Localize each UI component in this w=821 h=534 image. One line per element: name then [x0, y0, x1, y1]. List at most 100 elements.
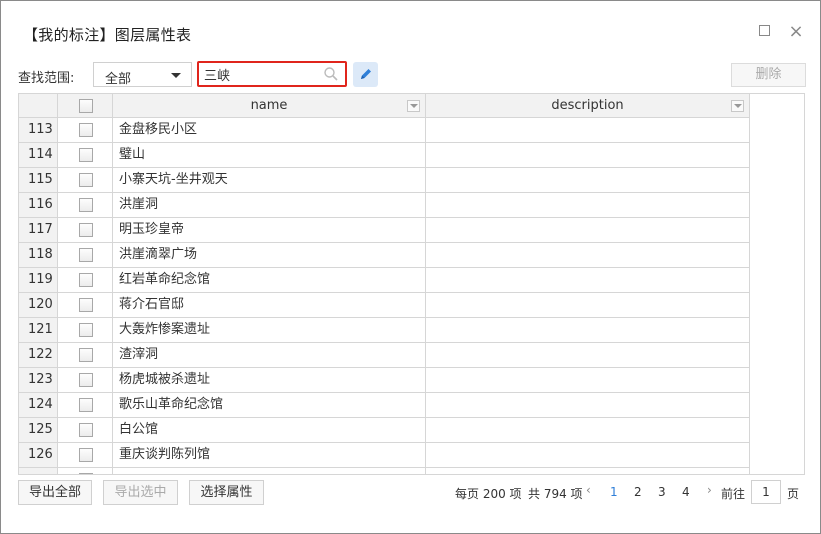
row-checkbox[interactable]	[79, 123, 93, 137]
table-row[interactable]: 122 渣滓洞	[19, 343, 750, 368]
table-row[interactable]: 113 金盘移民小区	[19, 118, 750, 143]
search-input[interactable]	[204, 65, 322, 83]
row-description[interactable]	[426, 418, 750, 443]
search-icon[interactable]	[323, 66, 339, 82]
row-description[interactable]	[426, 218, 750, 243]
table-row[interactable]: 125 白公馆	[19, 418, 750, 443]
row-name[interactable]: 璧山	[113, 143, 426, 168]
row-checkbox[interactable]	[79, 348, 93, 362]
maximize-icon[interactable]	[755, 23, 773, 41]
row-checkbox[interactable]	[79, 448, 93, 462]
row-number: 121	[19, 318, 58, 343]
row-checkbox[interactable]	[79, 373, 93, 387]
search-range-select[interactable]: 全部	[93, 62, 192, 87]
select-attributes-button[interactable]: 选择属性	[189, 480, 264, 505]
table-row[interactable]: 119 红岩革命纪念馆	[19, 268, 750, 293]
row-checkbox[interactable]	[79, 173, 93, 187]
row-number: 116	[19, 193, 58, 218]
row-name[interactable]: 白公馆	[113, 418, 426, 443]
table-row[interactable]: 126 重庆谈判陈列馆	[19, 443, 750, 468]
table-row[interactable]: 117 明玉珍皇帝	[19, 218, 750, 243]
select-all-checkbox[interactable]	[79, 99, 93, 113]
filter-dropdown-icon[interactable]	[407, 100, 420, 112]
row-number: 114	[19, 143, 58, 168]
table-row[interactable]: 123 杨虎城被杀遗址	[19, 368, 750, 393]
page-1[interactable]: 1	[610, 485, 618, 499]
prev-page-icon[interactable]: ‹	[586, 483, 591, 497]
row-checkbox[interactable]	[79, 423, 93, 437]
row-description[interactable]	[426, 318, 750, 343]
next-page-icon[interactable]: ›	[707, 483, 712, 497]
filter-dropdown-icon[interactable]	[731, 100, 744, 112]
row-description[interactable]	[426, 393, 750, 418]
row-name[interactable]: 杨虎城被杀遗址	[113, 368, 426, 393]
row-name[interactable]: 大轰炸惨案遗址	[113, 318, 426, 343]
row-description[interactable]	[426, 243, 750, 268]
table-row[interactable]: 114 璧山	[19, 143, 750, 168]
row-checkbox[interactable]	[79, 248, 93, 262]
row-checkbox[interactable]	[79, 148, 93, 162]
row-name[interactable]: 洪崖滴翠广场	[113, 243, 426, 268]
edit-button[interactable]	[353, 62, 378, 87]
row-name[interactable]: 明玉珍皇帝	[113, 218, 426, 243]
row-checkbox[interactable]	[79, 473, 93, 474]
row-checkbox[interactable]	[79, 323, 93, 337]
row-checkbox[interactable]	[79, 223, 93, 237]
dialog-title: 【我的标注】图层属性表	[23, 26, 192, 44]
row-checkbox-cell	[58, 468, 113, 474]
row-name[interactable]: 歌乐山革命纪念馆	[113, 393, 426, 418]
row-description[interactable]	[426, 368, 750, 393]
row-checkbox[interactable]	[79, 273, 93, 287]
table-row[interactable]: 121 大轰炸惨案遗址	[19, 318, 750, 343]
row-checkbox[interactable]	[79, 398, 93, 412]
row-name[interactable]: 小寨天坑-坐井观天	[113, 168, 426, 193]
row-checkbox-cell	[58, 218, 113, 243]
table-row[interactable]: 120 蒋介石官邸	[19, 293, 750, 318]
close-icon[interactable]: ×	[787, 23, 805, 41]
row-description[interactable]	[426, 268, 750, 293]
goto-page-input[interactable]	[751, 480, 781, 504]
table-row[interactable]: 115 小寨天坑-坐井观天	[19, 168, 750, 193]
header-description[interactable]: description	[426, 94, 750, 118]
row-number: 119	[19, 268, 58, 293]
row-name[interactable]: 洪崖洞	[113, 193, 426, 218]
table-row[interactable]: 124 歌乐山革命纪念馆	[19, 393, 750, 418]
page-4[interactable]: 4	[682, 485, 690, 499]
row-checkbox-cell	[58, 168, 113, 193]
row-checkbox[interactable]	[79, 298, 93, 312]
search-range-value: 全部	[105, 72, 132, 87]
row-checkbox-cell	[58, 293, 113, 318]
row-description	[426, 468, 750, 474]
row-name[interactable]: 重庆谈判陈列馆	[113, 443, 426, 468]
row-description[interactable]	[426, 118, 750, 143]
table-row[interactable]: 118 洪崖滴翠广场	[19, 243, 750, 268]
delete-button[interactable]: 删除	[731, 63, 806, 87]
row-description[interactable]	[426, 443, 750, 468]
row-checkbox-cell	[58, 318, 113, 343]
chevron-down-icon	[171, 73, 181, 78]
attribute-table: name description 113 金盘移民小区 114 璧山 115 小寨天坑-坐…	[18, 93, 805, 475]
header-name[interactable]: name	[113, 94, 426, 118]
page-3[interactable]: 3	[658, 485, 666, 499]
page-2[interactable]: 2	[634, 485, 642, 499]
search-range-label: 查找范围:	[18, 71, 75, 86]
attribute-table-dialog: 【我的标注】图层属性表 × 查找范围: 全部 删除 name	[0, 0, 821, 534]
row-name[interactable]: 金盘移民小区	[113, 118, 426, 143]
row-name[interactable]: 蒋介石官邸	[113, 293, 426, 318]
row-description[interactable]	[426, 143, 750, 168]
export-selected-button[interactable]: 导出选中	[103, 480, 178, 505]
export-all-button[interactable]: 导出全部	[18, 480, 92, 505]
row-description[interactable]	[426, 293, 750, 318]
row-description[interactable]	[426, 168, 750, 193]
row-name[interactable]: 渣滓洞	[113, 343, 426, 368]
search-box	[197, 61, 347, 87]
row-checkbox-cell	[58, 118, 113, 143]
row-checkbox[interactable]	[79, 198, 93, 212]
row-description[interactable]	[426, 193, 750, 218]
row-description[interactable]	[426, 343, 750, 368]
row-number: 125	[19, 418, 58, 443]
table-row[interactable]: 116 洪崖洞	[19, 193, 750, 218]
row-number: 113	[19, 118, 58, 143]
row-checkbox-cell	[58, 268, 113, 293]
row-name[interactable]: 红岩革命纪念馆	[113, 268, 426, 293]
